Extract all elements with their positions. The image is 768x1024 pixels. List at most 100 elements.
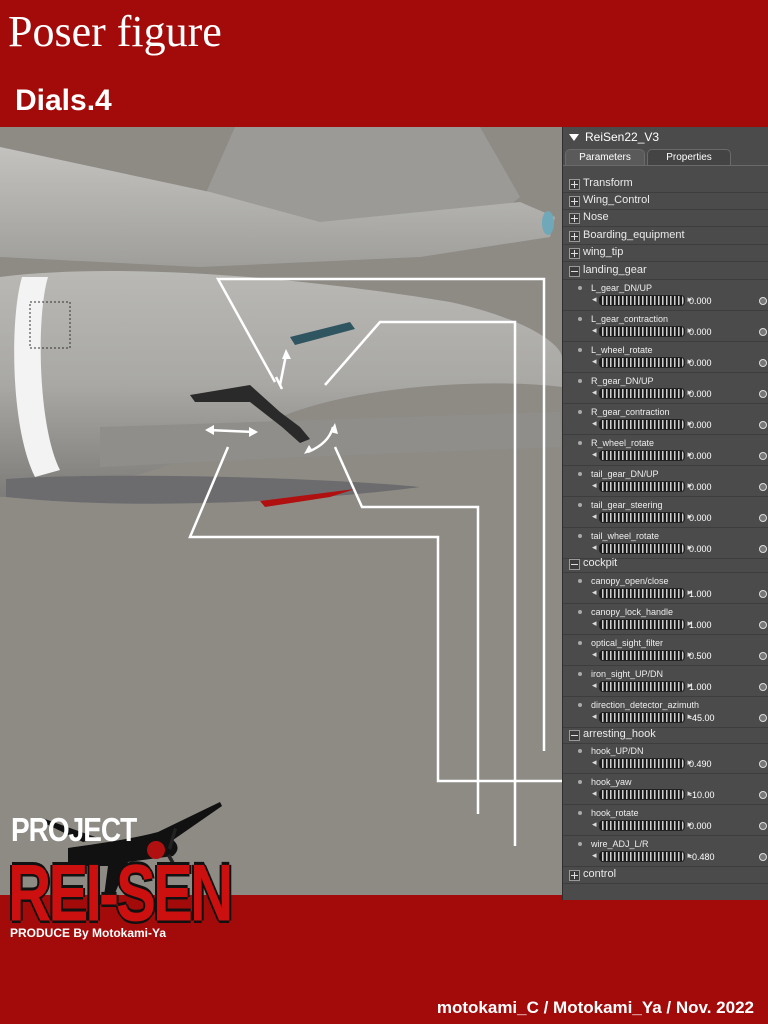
dial-settings-icon[interactable] (759, 421, 767, 429)
dial-settings-icon[interactable] (759, 483, 767, 491)
dial-row[interactable]: R_gear_contraction 0.000 (563, 404, 768, 435)
expand-icon[interactable] (569, 870, 580, 881)
collapse-triangle-icon[interactable] (569, 134, 579, 142)
dial-settings-icon[interactable] (759, 328, 767, 336)
dial-value[interactable]: 0.000 (689, 513, 712, 523)
dial-settings-icon[interactable] (759, 621, 767, 629)
keyframe-dot-icon[interactable] (578, 811, 582, 815)
keyframe-dot-icon[interactable] (578, 503, 582, 507)
dial-value[interactable]: 0.000 (689, 358, 712, 368)
group-arresting-hook[interactable]: arresting_hook (563, 726, 768, 744)
dial-slider[interactable] (592, 387, 692, 399)
keyframe-dot-icon[interactable] (578, 641, 582, 645)
group-boarding-equipment[interactable]: Boarding_equipment (563, 227, 768, 245)
dial-slider[interactable] (592, 294, 692, 306)
dial-row[interactable]: L_gear_contraction 0.000 (563, 311, 768, 342)
keyframe-dot-icon[interactable] (578, 579, 582, 583)
group-landing-gear[interactable]: landing_gear (563, 262, 768, 280)
group-cockpit[interactable]: cockpit (563, 555, 768, 573)
dial-settings-icon[interactable] (759, 390, 767, 398)
dial-row[interactable]: L_wheel_rotate 0.000 (563, 342, 768, 373)
group-transform[interactable]: Transform (563, 175, 768, 193)
dial-row[interactable]: hook_rotate 0.000 (563, 805, 768, 836)
dial-slider[interactable] (592, 680, 692, 692)
expand-icon[interactable] (569, 231, 580, 242)
dial-value[interactable]: -10.00 (689, 790, 715, 800)
dial-row[interactable]: canopy_lock_handle 1.000 (563, 604, 768, 635)
dial-settings-icon[interactable] (759, 822, 767, 830)
tab-parameters[interactable]: Parameters (565, 149, 645, 166)
tab-properties[interactable]: Properties (647, 149, 731, 166)
keyframe-dot-icon[interactable] (578, 534, 582, 538)
group-wing-control[interactable]: Wing_Control (563, 192, 768, 210)
dial-row[interactable]: tail_gear_DN/UP 0.000 (563, 466, 768, 497)
dial-settings-icon[interactable] (759, 590, 767, 598)
dial-value[interactable]: 0.000 (689, 420, 712, 430)
dial-slider[interactable] (592, 511, 692, 523)
dial-row[interactable]: iron_sight_UP/DN 1.000 (563, 666, 768, 697)
dial-settings-icon[interactable] (759, 545, 767, 553)
dial-slider[interactable] (592, 449, 692, 461)
dial-row[interactable]: tail_gear_steering 0.000 (563, 497, 768, 528)
collapse-icon[interactable] (569, 559, 580, 570)
collapse-icon[interactable] (569, 266, 580, 277)
expand-icon[interactable] (569, 196, 580, 207)
expand-icon[interactable] (569, 213, 580, 224)
keyframe-dot-icon[interactable] (578, 842, 582, 846)
dial-slider[interactable] (592, 618, 692, 630)
dial-value[interactable]: 1.000 (689, 589, 712, 599)
keyframe-dot-icon[interactable] (578, 610, 582, 614)
expand-icon[interactable] (569, 179, 580, 190)
keyframe-dot-icon[interactable] (578, 379, 582, 383)
keyframe-dot-icon[interactable] (578, 410, 582, 414)
dial-slider[interactable] (592, 480, 692, 492)
keyframe-dot-icon[interactable] (578, 317, 582, 321)
dial-slider[interactable] (592, 788, 692, 800)
dial-value[interactable]: 0.500 (689, 651, 712, 661)
dial-value[interactable]: 0.000 (689, 482, 712, 492)
expand-icon[interactable] (569, 248, 580, 259)
figure-title[interactable]: ReiSen22_V3 (569, 130, 659, 144)
dial-value[interactable]: -45.00 (689, 713, 715, 723)
dial-value[interactable]: -0.480 (689, 852, 715, 862)
dial-value[interactable]: 0.000 (689, 296, 712, 306)
dial-value[interactable]: 0.490 (689, 759, 712, 769)
dial-slider[interactable] (592, 757, 692, 769)
dial-settings-icon[interactable] (759, 452, 767, 460)
dial-settings-icon[interactable] (759, 683, 767, 691)
keyframe-dot-icon[interactable] (578, 441, 582, 445)
dial-settings-icon[interactable] (759, 791, 767, 799)
keyframe-dot-icon[interactable] (578, 672, 582, 676)
dial-row[interactable]: R_wheel_rotate 0.000 (563, 435, 768, 466)
dial-value[interactable]: 1.000 (689, 620, 712, 630)
dial-row[interactable]: direction_detector_azimuth -45.00 (563, 697, 768, 728)
dial-settings-icon[interactable] (759, 714, 767, 722)
dial-slider[interactable] (592, 649, 692, 661)
dial-slider[interactable] (592, 418, 692, 430)
dial-row[interactable]: R_gear_DN/UP 0.000 (563, 373, 768, 404)
dial-row[interactable]: optical_sight_filter 0.500 (563, 635, 768, 666)
dial-value[interactable]: 0.000 (689, 821, 712, 831)
dial-value[interactable]: 0.000 (689, 389, 712, 399)
keyframe-dot-icon[interactable] (578, 286, 582, 290)
dial-value[interactable]: 0.000 (689, 327, 712, 337)
dial-slider[interactable] (592, 356, 692, 368)
dial-settings-icon[interactable] (759, 652, 767, 660)
keyframe-dot-icon[interactable] (578, 703, 582, 707)
group-control[interactable]: control (563, 866, 768, 884)
dial-row[interactable]: hook_UP/DN 0.490 (563, 743, 768, 774)
keyframe-dot-icon[interactable] (578, 472, 582, 476)
dial-settings-icon[interactable] (759, 297, 767, 305)
dial-row[interactable]: wire_ADJ_L/R -0.480 (563, 836, 768, 867)
group-wing-tip[interactable]: wing_tip (563, 244, 768, 262)
collapse-icon[interactable] (569, 730, 580, 741)
dial-settings-icon[interactable] (759, 853, 767, 861)
keyframe-dot-icon[interactable] (578, 780, 582, 784)
dial-row[interactable]: canopy_open/close 1.000 (563, 573, 768, 604)
dial-row[interactable]: hook_yaw -10.00 (563, 774, 768, 805)
dial-settings-icon[interactable] (759, 514, 767, 522)
dial-slider[interactable] (592, 542, 692, 554)
dial-slider[interactable] (592, 850, 692, 862)
keyframe-dot-icon[interactable] (578, 348, 582, 352)
dial-slider[interactable] (592, 325, 692, 337)
